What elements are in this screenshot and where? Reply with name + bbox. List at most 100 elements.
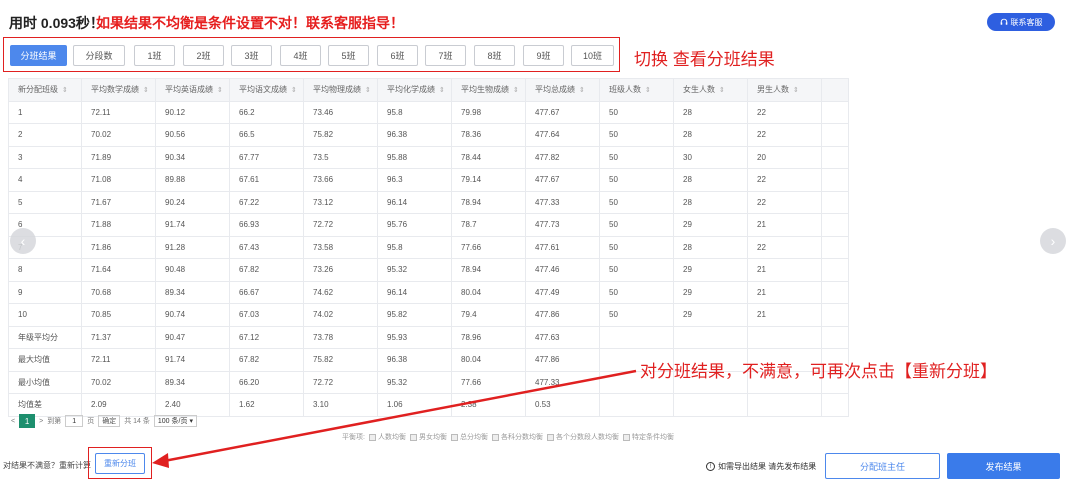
page-size-value: 100 条/页 [157,418,188,425]
sort-icon: ⇕ [143,87,149,95]
col-header[interactable]: 平均总成绩 ⇕ [525,78,600,102]
sort-icon: ⇕ [513,87,519,95]
col-header[interactable]: 平均生物成绩 ⇕ [451,78,526,102]
table-cell: 90.24 [155,190,230,214]
sort-icon: ⇕ [645,87,651,95]
col-header[interactable]: 男生人数 ⇕ [747,78,822,102]
tab-class-3[interactable]: 3班 [231,45,272,66]
table-cell [747,393,822,417]
table-cell: 80.04 [451,280,526,304]
table-cell [821,100,849,124]
table-cell: 66.93 [229,213,304,237]
table-cell: 477.82 [525,145,600,169]
scroll-right-button[interactable]: › [1040,228,1066,254]
info-icon: ! [706,462,715,471]
tab-class-6[interactable]: 6班 [377,45,418,66]
table-row: 5 71.67 90.24 67.22 73.12 96.14 78.94 477.33 50 2… [8,190,849,214]
table-cell: 0.53 [525,393,600,417]
tab-class-4[interactable]: 4班 [280,45,321,66]
col-header[interactable]: 女生人数 ⇕ [673,78,748,102]
tab-class-2[interactable]: 2班 [183,45,224,66]
table-cell [599,393,674,417]
table-cell: 72.72 [303,370,378,394]
elapsed-time: 用时 0.093秒！ [9,15,104,31]
table-cell: 90.74 [155,303,230,327]
sort-icon: ⇕ [439,87,445,95]
col-header[interactable]: 新分配班级 ⇕ [8,78,82,102]
balance-options: 平衡项: 人数均衡 男女均衡 总分均衡 各科分数均衡 各个分数段人数均衡 特定条… [342,432,674,442]
table-cell: 1.62 [229,393,304,417]
tab-class-5[interactable]: 5班 [328,45,369,66]
table-cell: 最小均值 [8,370,82,394]
sort-icon: ⇕ [719,87,725,95]
regroup-button[interactable]: 重新分班 [95,453,145,474]
table-cell: 75.82 [303,348,378,372]
table-cell: 50 [599,190,674,214]
table-cell: 3 [8,145,82,169]
table-cell: 95.8 [377,100,452,124]
tab-class-10[interactable]: 10班 [571,45,614,66]
col-header[interactable]: 平均语文成绩 ⇕ [229,78,304,102]
table-cell: 96.14 [377,280,452,304]
current-page[interactable]: 1 [19,414,36,428]
table-row: 9 70.68 89.34 66.67 74.62 96.14 80.04 477.49 50 2… [8,280,849,304]
scroll-left-button[interactable]: ‹ [10,228,36,254]
table-cell: 30 [673,145,748,169]
table-cell: 95.93 [377,325,452,349]
table-cell: 22 [747,190,822,214]
col-header[interactable]: 平均化学成绩 ⇕ [377,78,452,102]
headset-icon [1000,18,1007,25]
col-header[interactable]: 平均英语成绩 ⇕ [155,78,230,102]
publish-results-button[interactable]: 发布结果 [947,453,1060,479]
balance-item: 各个分数段人数均衡 [546,432,619,442]
table-cell [821,258,849,282]
table-cell: 50 [599,168,674,192]
table-cell: 72.11 [81,348,156,372]
table-cell: 477.73 [525,213,600,237]
col-header[interactable]: 班级人数 ⇕ [599,78,674,102]
checkbox-icon [409,433,417,441]
col-header[interactable]: 平均物理成绩 ⇕ [303,78,378,102]
tab-segments[interactable]: 分段数 [73,45,125,66]
table-cell: 95.8 [377,235,452,259]
table-cell [821,325,849,349]
table-cell: 71.64 [81,258,156,282]
table-cell: 66.5 [229,123,304,147]
table-cell: 78.36 [451,123,526,147]
table-cell: 73.26 [303,258,378,282]
table-cell [673,393,748,417]
table-cell: 78.44 [451,145,526,169]
table-cell: 50 [599,100,674,124]
balance-item: 各科分数均衡 [491,432,543,442]
table-cell: 3.10 [303,393,378,417]
goto-confirm-button[interactable]: 确定 [98,415,121,427]
table-cell [821,280,849,304]
tab-class-1[interactable]: 1班 [134,45,175,66]
table-cell: 95.76 [377,213,452,237]
goto-page-input[interactable]: 1 [65,415,84,427]
next-page-button[interactable]: > [39,418,43,425]
tab-class-9[interactable]: 9班 [523,45,564,66]
tab-result[interactable]: 分班结果 [10,45,67,66]
table-cell: 477.67 [525,100,600,124]
balance-item: 总分均衡 [450,432,488,442]
tab-class-8[interactable]: 8班 [474,45,515,66]
table-cell: 1 [8,100,82,124]
tab-class-7[interactable]: 7班 [425,45,466,66]
page-size-select[interactable]: 100 条/页 ▾ [153,415,197,427]
prev-page-button[interactable]: < [11,418,15,425]
table-cell: 95.82 [377,303,452,327]
table-cell: 75.82 [303,123,378,147]
col-header[interactable]: 平均数学成绩 ⇕ [81,78,156,102]
table-cell: 72.72 [303,213,378,237]
table-cell: 21 [747,303,822,327]
table-cell: 28 [673,123,748,147]
table-cell: 70.68 [81,280,156,304]
table-cell: 8 [8,258,82,282]
balance-item: 男女均衡 [409,432,447,442]
table-cell: 77.66 [451,370,526,394]
assign-teacher-button[interactable]: 分配班主任 [825,453,940,479]
contact-support-button[interactable]: 联系客服 [987,13,1055,31]
table-cell [821,145,849,169]
goto-label: 到第 [47,418,62,425]
